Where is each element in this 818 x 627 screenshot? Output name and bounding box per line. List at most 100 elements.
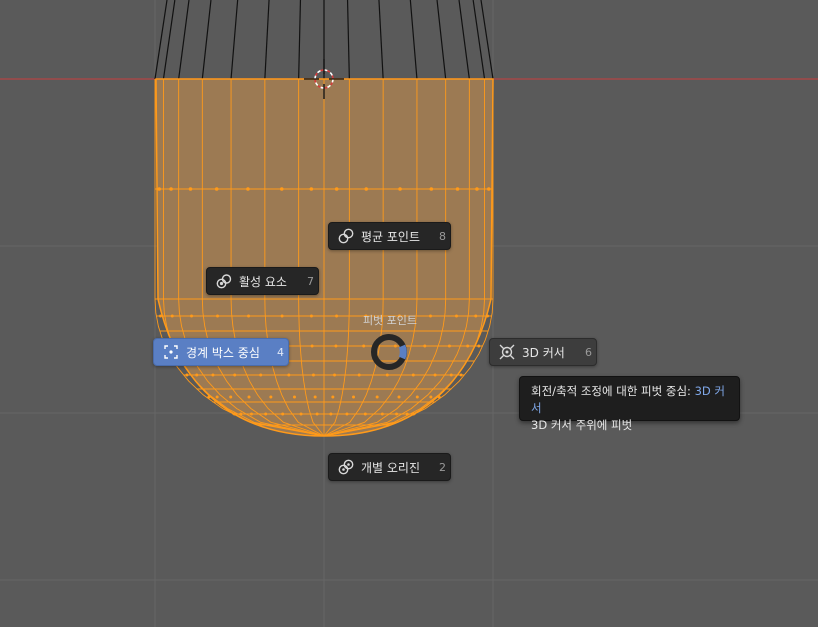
mesh-vertex [380,412,384,416]
mesh-vertex [397,395,401,399]
mesh-edge [346,0,350,80]
mesh-vertex [331,395,335,399]
mesh-vertex [215,395,219,399]
mesh-vertex [486,187,491,191]
mesh-vertex [362,344,366,348]
tooltip-line-1: 회전/축적 조정에 대한 피벗 중심: 3D 커서 [531,383,728,417]
mesh-vertex [412,412,416,416]
mesh-vertex [364,187,369,191]
mesh-edge [230,0,239,80]
pie-item-bounding-box-center[interactable]: 경계 박스 중심 4 [153,338,289,366]
active-element-icon [215,272,233,290]
mesh-vertex [385,373,389,377]
shortcut-key: 6 [585,345,592,359]
mesh-vertex [486,314,490,318]
mesh-edge [298,0,302,80]
mesh-edge [378,0,384,80]
mesh-vertex [232,412,236,416]
mesh-vertex [466,344,470,348]
mesh-vertex [454,314,458,318]
mesh-vertex [216,314,220,318]
mesh-vertex [287,373,291,377]
shortcut-key: 4 [277,345,284,359]
mesh-vertex [229,395,233,399]
mesh-vertex [395,412,399,416]
pie-item-label: 3D 커서 [522,345,565,360]
mesh-vertex [214,187,219,191]
mesh-vertex [247,314,251,318]
mesh-vertex [429,395,433,399]
mesh-vertex [447,344,451,348]
mesh-vertex [398,187,402,191]
mesh-vertex [185,373,189,377]
3d-cursor-icon [498,343,516,361]
mesh-vertex [207,395,211,399]
mesh-vertex [169,187,173,191]
mesh-vertex [264,412,268,416]
mesh-edge [458,0,470,80]
mesh-vertex [211,373,215,377]
mesh-vertex [309,314,313,318]
mesh-vertex [411,373,415,377]
mesh-vertex [315,412,319,416]
mesh-vertex [195,373,199,377]
mesh-vertex [429,187,434,191]
pie-menu-title: 피벗 포인트 [362,314,418,327]
mesh-edge [409,0,418,80]
tooltip-line-2: 3D 커서 주위에 피벗 [531,418,633,432]
pie-item-label: 활성 요소 [239,274,287,289]
mesh-vertex [335,314,339,318]
mesh-vertex [433,373,437,377]
pie-item-median-point[interactable]: 평균 포인트 8 [328,222,451,250]
mesh-vertex [477,344,481,348]
mesh-vertex [239,412,243,416]
mesh-vertex [233,373,237,377]
mesh-vertex [299,412,303,416]
mesh-vertex [363,412,367,416]
tooltip-prefix: 회전/축적 조정에 대한 피벗 중심: [531,384,695,398]
mesh-vertex [188,187,193,191]
mesh-vertex [190,314,194,318]
mesh-vertex [157,187,162,191]
mesh-vertex [309,187,314,191]
tooltip: 회전/축적 조정에 대한 피벗 중심: 3D 커서 3D 커서 주위에 피벗 [519,376,740,432]
mesh-vertex [455,187,460,191]
mesh-vertex [313,395,317,399]
mesh-vertex [474,314,478,318]
mesh-vertex [259,373,263,377]
mesh-vertex [249,412,253,416]
pie-item-label: 개별 오리진 [361,460,421,475]
mesh-vertex [310,344,314,348]
mesh-vertex [393,344,397,348]
mesh-vertex [329,412,333,416]
median-point-icon [337,227,355,245]
shortcut-key: 7 [307,274,314,288]
mesh-vertex [357,373,361,377]
mesh-vertex [334,344,338,348]
mesh-edge [178,0,190,80]
mesh-vertex [269,395,273,399]
mesh-vertex [333,373,337,377]
mesh-edge [436,0,447,80]
mesh-vertex [475,187,479,191]
mesh-vertex [311,373,315,377]
mesh-vertex [292,395,296,399]
pie-item-label: 경계 박스 중심 [186,345,260,360]
mesh-vertex [352,395,356,399]
mesh-vertex [246,187,250,191]
pie-item-active-element[interactable]: 활성 요소 7 [206,267,319,295]
mesh-vertex [334,187,339,191]
mesh-vertex [280,314,284,318]
shortcut-key: 2 [439,460,446,474]
mesh-vertex [437,395,441,399]
pie-item-3d-cursor[interactable]: 3D 커서 6 [489,338,597,366]
mesh-vertex [459,373,463,377]
mesh-vertex [281,412,285,416]
pie-item-individual-origins[interactable]: 개별 오리진 2 [328,453,451,481]
shortcut-key: 8 [439,229,446,243]
bounding-box-center-icon [162,343,180,361]
mesh-vertex [247,395,251,399]
mesh-vertex [170,314,174,318]
mesh-vertex [423,344,427,348]
mesh-vertex [279,187,284,191]
